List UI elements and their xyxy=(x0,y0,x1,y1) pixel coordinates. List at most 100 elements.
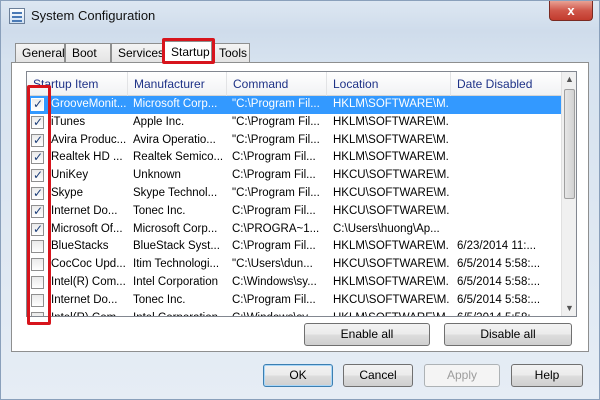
tab-services[interactable]: Services xyxy=(111,43,164,63)
tab-general[interactable]: General xyxy=(15,43,65,63)
window-title: System Configuration xyxy=(31,8,156,23)
table-row[interactable]: BlueStacks BlueStack Syst... C:\Program Fi… xyxy=(27,238,563,256)
cell-item: Internet Do... xyxy=(51,204,118,217)
table-row[interactable]: Internet Do... Tonec Inc. C:\Program Fil..… xyxy=(27,292,563,310)
cell-command: C:\Windows\sy... xyxy=(232,275,317,288)
cell-command: C:\Windows\sy... xyxy=(230,310,326,316)
cell-item: UniKey xyxy=(51,169,89,182)
checkbox-column-highlight xyxy=(27,85,51,325)
cell-date xyxy=(455,132,561,150)
cell-manufacturer: Unknown xyxy=(133,169,181,182)
cell-item: BlueStacks xyxy=(51,240,109,253)
cell-date: 6/5/2014 5:58:... xyxy=(457,258,541,271)
help-button[interactable]: Help xyxy=(511,364,583,387)
cell-date xyxy=(455,114,561,132)
close-button[interactable]: x xyxy=(549,1,593,21)
cell-date xyxy=(455,221,561,239)
cancel-button[interactable]: Cancel xyxy=(343,364,413,387)
cell-date: 6/5/2014 5:58:... xyxy=(457,275,541,288)
cell-date: 6/5/2014 5:58:... xyxy=(457,293,541,306)
column-location[interactable]: Location xyxy=(327,72,451,96)
cell-location: HKLM\SOFTWARE\M... xyxy=(333,275,449,288)
system-configuration-window: System Configuration x General Boot Serv… xyxy=(0,0,600,400)
cell-date xyxy=(455,96,561,114)
cell-command: "C:\Program Fil... xyxy=(232,133,320,146)
scroll-down-icon[interactable]: ▼ xyxy=(562,301,576,316)
cell-item: CocCoc Upd... xyxy=(51,258,126,271)
table-row[interactable]: Internet Do... Tonec Inc. C:\Program Fil..… xyxy=(27,203,563,221)
column-command[interactable]: Command xyxy=(227,72,327,96)
table-row[interactable]: Intel(R) Com...Intel Corporation C:\Windo… xyxy=(27,310,563,316)
table-row[interactable]: iTunes Apple Inc. "C:\Program Fil... HKLM\S… xyxy=(27,114,563,132)
cell-item: Microsoft Of... xyxy=(51,222,123,235)
cell-item: Intel(R) Com... xyxy=(51,275,126,288)
apply-button[interactable]: Apply xyxy=(424,364,500,387)
cell-location: HKLM\SOFTWARE\M... xyxy=(333,115,449,128)
title-bar[interactable]: System Configuration x xyxy=(1,1,599,31)
cell-manufacturer: Intel Corporation xyxy=(133,275,219,288)
cell-manufacturer: Microsoft Corp... xyxy=(133,222,218,235)
cell-location: HKCU\SOFTWARE\M... xyxy=(333,186,449,199)
cell-location: HKLM\SOFTWARE\M... xyxy=(333,240,449,253)
disable-all-button[interactable]: Disable all xyxy=(444,323,572,346)
cell-location: C:\Users\huong\Ap... xyxy=(333,222,440,235)
ok-button[interactable]: OK xyxy=(263,364,333,387)
cell-item: Internet Do... xyxy=(51,293,118,306)
cell-manufacturer: Realtek Semico... xyxy=(133,151,224,164)
cell-manufacturer: Skype Technol... xyxy=(133,186,218,199)
cell-command: C:\Program Fil... xyxy=(232,169,316,182)
startup-rows: GrooveMonit... Microsoft Corp... "C:\Progr… xyxy=(27,96,563,316)
tab-boot[interactable]: Boot xyxy=(65,43,111,63)
app-icon xyxy=(9,8,25,24)
cell-location: HKCU\SOFTWARE\M... xyxy=(333,293,449,306)
cell-manufacturer: Itim Technologi... xyxy=(133,258,220,271)
table-row[interactable]: GrooveMonit... Microsoft Corp... "C:\Progr… xyxy=(27,96,563,114)
column-manufacturer[interactable]: Manufacturer xyxy=(128,72,227,96)
startup-panel: Startup Item Manufacturer Command Locati… xyxy=(11,62,589,352)
cell-manufacturer: Tonec Inc. xyxy=(133,293,186,306)
tab-tools[interactable]: Tools xyxy=(212,43,250,63)
table-row[interactable]: Avira Produc... Avira Operatio... "C:\Prog… xyxy=(27,132,563,150)
cell-command: "C:\Program Fil... xyxy=(232,115,320,128)
vertical-scrollbar[interactable]: ▲ ▼ xyxy=(561,72,576,316)
table-row[interactable]: CocCoc Upd... Itim Technologi... "C:\Users… xyxy=(27,256,563,274)
cell-command: C:\Program Fil... xyxy=(232,151,316,164)
list-header: Startup Item Manufacturer Command Locati… xyxy=(27,72,576,96)
cell-item: GrooveMonit... xyxy=(51,98,127,110)
cell-manufacturer: Microsoft Corp... xyxy=(133,98,218,110)
cell-command: "C:\Program Fil... xyxy=(232,98,320,110)
table-row[interactable]: Skype Skype Technol... "C:\Program Fil... H… xyxy=(27,185,563,203)
cell-date xyxy=(455,149,561,167)
cell-manufacturer: Avira Operatio... xyxy=(133,133,216,146)
cell-command: C:\Program Fil... xyxy=(232,204,316,217)
cell-manufacturer: BlueStack Syst... xyxy=(133,240,220,253)
cell-date xyxy=(455,185,561,203)
cell-date xyxy=(455,203,561,221)
enable-all-button[interactable]: Enable all xyxy=(304,323,430,346)
column-date-disabled[interactable]: Date Disabled xyxy=(451,72,563,96)
cell-location: HKCU\SOFTWARE\M... xyxy=(333,258,449,271)
cell-item: Realtek HD ... xyxy=(51,151,123,164)
cell-item: Avira Produc... xyxy=(51,133,127,146)
cell-location: HKLM\SOFTWARE\M... xyxy=(333,151,449,164)
startup-list[interactable]: Startup Item Manufacturer Command Locati… xyxy=(26,71,577,317)
table-row[interactable]: UniKey Unknown C:\Program Fil... HKCU\SOFTW… xyxy=(27,167,563,185)
cell-manufacturer: Apple Inc. xyxy=(133,115,185,128)
cell-command: C:\Program Fil... xyxy=(232,293,316,306)
cell-item: iTunes xyxy=(51,115,86,128)
cell-command: C:\PROGRA~1... xyxy=(232,222,320,235)
cell-location: HKCU\SOFTWARE\M... xyxy=(333,204,449,217)
table-row[interactable]: Realtek HD ... Realtek Semico... C:\Progra… xyxy=(27,149,563,167)
cell-command: "C:\Program Fil... xyxy=(232,186,320,199)
scroll-up-icon[interactable]: ▲ xyxy=(562,72,576,87)
cell-item: Intel(R) Com... xyxy=(49,310,129,316)
cell-manufacturer: Intel Corporation xyxy=(131,310,226,316)
table-row[interactable]: Intel(R) Com... Intel Corporation C:\Windo… xyxy=(27,274,563,292)
cell-manufacturer: Tonec Inc. xyxy=(133,204,186,217)
scroll-thumb[interactable] xyxy=(564,89,575,199)
table-row[interactable]: Microsoft Of... Microsoft Corp... C:\PROGR… xyxy=(27,221,563,239)
cell-command: C:\Program Fil... xyxy=(232,240,316,253)
cell-date xyxy=(455,167,561,185)
cell-location: HKLM\SOFTWARE\M... xyxy=(331,310,449,316)
cell-location: HKLM\SOFTWARE\M... xyxy=(333,133,449,146)
